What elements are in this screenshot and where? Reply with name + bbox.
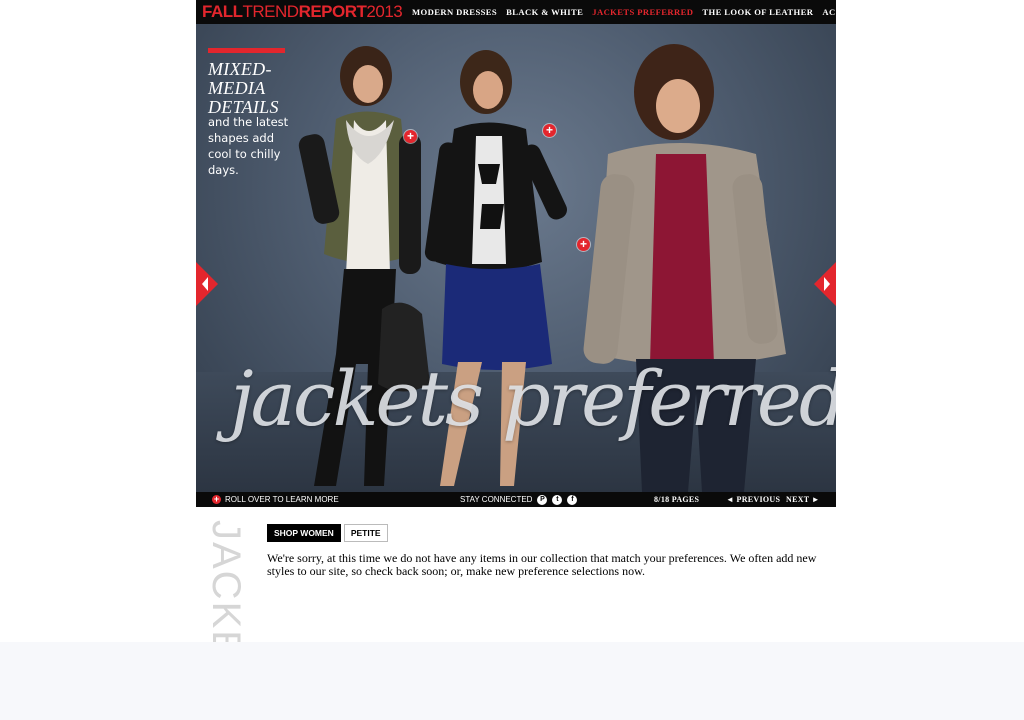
next-link[interactable]: NEXT ► — [786, 492, 820, 507]
hero-image: Mixed-Media Details and the latest shape… — [196, 24, 836, 492]
trend-report-module: FALLTRENDREPORT2013 Modern Dresses Black… — [196, 0, 887, 507]
plus-icon: + — [212, 494, 221, 504]
no-results-message: We're sorry, at this time we do not have… — [267, 551, 817, 578]
brand-part-trend: TREND — [242, 2, 300, 21]
footer-band — [0, 642, 1024, 720]
vertical-word-text: JACKE — [210, 520, 248, 642]
nav-item-black-white[interactable]: Black & White — [506, 7, 583, 17]
next-arrow-button[interactable] — [814, 262, 836, 306]
hero-subhead: and the latest shapes add cool to chilly… — [208, 115, 289, 177]
nav-item-modern-dresses[interactable]: Modern Dresses — [412, 7, 497, 17]
nav-item-jackets-preferred[interactable]: Jackets Preferred — [592, 7, 693, 17]
headline-rule — [208, 48, 285, 53]
hotspot-plus-icon[interactable]: + — [577, 238, 590, 251]
nav-item-accessories[interactable]: Accessories — [822, 7, 887, 17]
chevron-left-icon — [196, 262, 218, 306]
top-nav-bar: FALLTRENDREPORT2013 Modern Dresses Black… — [196, 0, 887, 24]
previous-link[interactable]: ◄ PREVIOUS — [726, 492, 780, 507]
bottom-bar: + ROLL OVER TO LEARN MORE STAY CONNECTED… — [196, 492, 836, 507]
twitter-icon[interactable]: t — [552, 494, 563, 505]
tab-shop-women[interactable]: SHOP WOMEN — [267, 524, 341, 542]
stay-connected: STAY CONNECTED P t f — [460, 492, 578, 507]
prev-arrow-button[interactable] — [196, 262, 218, 306]
trend-nav: Modern Dresses Black & White Jackets Pre… — [412, 0, 896, 24]
vertical-section-word: JACKE — [210, 520, 252, 642]
shop-tabs: SHOP WOMEN PETITE — [267, 524, 391, 542]
nav-item-look-of-leather[interactable]: The Look of Leather — [702, 7, 813, 17]
brand-part-year: 2013 — [366, 2, 403, 21]
roll-over-label: ROLL OVER TO LEARN MORE — [225, 495, 339, 504]
chevron-right-icon — [814, 262, 836, 306]
hotspot-plus-icon[interactable]: + — [404, 130, 417, 143]
facebook-icon[interactable]: f — [567, 494, 578, 505]
brand-logo[interactable]: FALLTRENDREPORT2013 — [202, 2, 403, 22]
hero-title: jackets preferred — [230, 354, 836, 443]
hero-headline: Mixed-Media Details — [208, 59, 279, 117]
pinterest-icon[interactable]: P — [537, 494, 548, 505]
brand-part-fall: FALL — [202, 2, 243, 21]
brand-part-report: REPORT — [298, 2, 367, 21]
stay-connected-label: STAY CONNECTED — [460, 495, 533, 504]
hotspot-plus-icon[interactable]: + — [543, 124, 556, 137]
tab-petite[interactable]: PETITE — [343, 524, 388, 542]
page-counter: 8/18 PAGES — [654, 495, 700, 504]
roll-over-hint: + ROLL OVER TO LEARN MORE — [212, 492, 339, 507]
